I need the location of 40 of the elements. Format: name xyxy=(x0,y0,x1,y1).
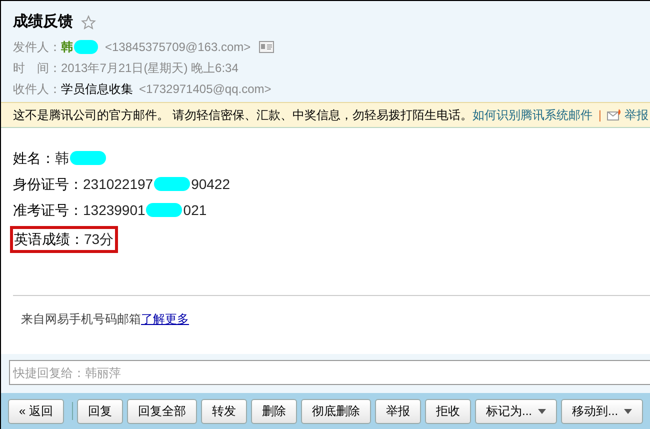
learn-more-link[interactable]: 了解更多 xyxy=(141,310,189,328)
body-value: 90422 xyxy=(191,174,230,194)
star-icon[interactable] xyxy=(81,14,96,30)
body-value: 73分 xyxy=(84,230,114,248)
contact-card-icon[interactable] xyxy=(258,40,274,52)
toolbar-button[interactable]: 拒收 xyxy=(425,398,472,424)
toolbar-button[interactable]: 转发 xyxy=(201,398,248,424)
body-value: 231022197 xyxy=(83,174,154,194)
toolbar-button[interactable]: 举报 xyxy=(375,398,422,424)
toolbar-button[interactable]: « 返回 xyxy=(8,398,64,424)
field-label: 时 间： xyxy=(13,60,61,76)
email-subject: 成绩反馈 xyxy=(13,12,73,32)
separator-text: | xyxy=(598,106,602,124)
quick-reply-field[interactable]: 快捷回复给：韩丽萍 xyxy=(9,360,650,385)
body-value: 021 xyxy=(183,200,207,220)
body-value: 13239901 xyxy=(83,200,146,220)
field-label: 收件人： xyxy=(13,80,61,98)
field-label: 发件人： xyxy=(13,38,61,56)
body-label: 准考证号： xyxy=(13,200,83,220)
recipient-name[interactable]: 学员信息收集 xyxy=(61,80,133,98)
redaction-mark xyxy=(74,40,98,54)
body-label: 英语成绩： xyxy=(14,230,84,248)
date-text: 2013年7月21日(星期天) 晚上6:34 xyxy=(61,60,238,76)
toolbar-button[interactable]: 回复全部 xyxy=(127,398,198,424)
body-label: 身份证号： xyxy=(13,174,83,194)
toolbar-button[interactable]: 回复 xyxy=(77,398,124,424)
toolbar-button[interactable]: 标记为... xyxy=(475,398,558,424)
signature-text: 来自网易手机号码邮箱 xyxy=(21,310,141,328)
toolbar-button[interactable]: 删除 xyxy=(251,398,298,424)
body-value: 韩 xyxy=(55,148,69,168)
report-link[interactable]: 举报 xyxy=(624,106,648,124)
warning-text: 这不是腾讯公司的官方邮件。 请勿轻信密保、汇款、中奖信息，勿轻易拨打陌生电话。 xyxy=(13,106,472,124)
body-label: 姓名： xyxy=(13,148,55,168)
sender-name[interactable]: 韩 xyxy=(61,38,73,56)
toolbar-button[interactable]: 彻底删除 xyxy=(301,398,372,424)
recipient-address: <1732971405@qq.com> xyxy=(139,80,272,98)
sender-address: <13845375709@163.com> xyxy=(105,38,251,56)
report-icon[interactable] xyxy=(607,108,622,121)
toolbar-button[interactable]: 移动到... xyxy=(561,398,644,424)
identify-link[interactable]: 如何识别腾讯系统邮件 xyxy=(472,106,592,124)
